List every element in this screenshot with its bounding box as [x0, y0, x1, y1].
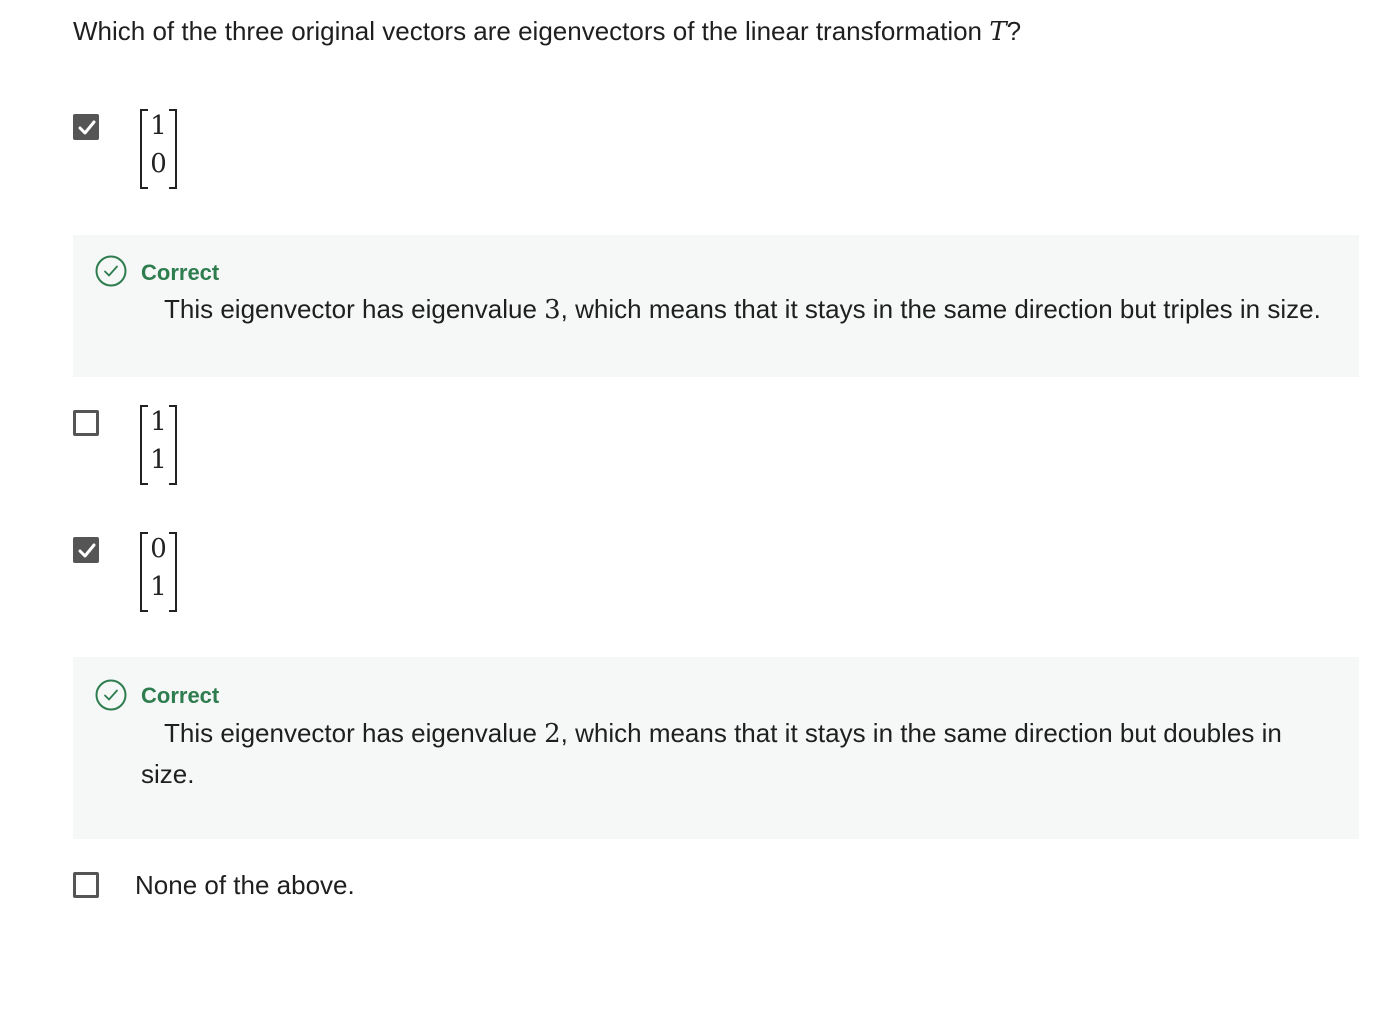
check-mark-icon — [78, 543, 96, 558]
feedback-panel: Correct This eigenvector has eigenvalue … — [73, 657, 1359, 839]
option-vector-1-0[interactable]: 1 0 — [73, 109, 273, 189]
right-bracket — [169, 109, 177, 189]
feedback-status: Correct — [141, 260, 220, 285]
option-vector-1-1[interactable]: 1 1 — [73, 405, 273, 485]
feedback-panel: Correct This eigenvector has eigenvalue … — [73, 235, 1359, 377]
question-prompt: Which of the three original vectors are … — [73, 16, 990, 46]
checkbox-checked[interactable] — [73, 114, 99, 140]
explanation-text-before: This eigenvector has eigenvalue — [164, 718, 545, 748]
question-variable: T — [989, 17, 1007, 47]
right-bracket — [169, 405, 177, 485]
column-vector: 0 1 — [140, 532, 177, 612]
checkbox-unchecked[interactable] — [73, 410, 99, 436]
feedback-explanation: This eigenvector has eigenvalue 2, which… — [141, 713, 1331, 794]
checkbox-checked[interactable] — [73, 537, 99, 563]
option-none-of-the-above[interactable]: None of the above. — [73, 870, 473, 902]
option-label: None of the above. — [135, 870, 355, 900]
eigenvalue: 2 — [544, 719, 561, 749]
feedback-explanation: This eigenvector has eigenvalue 3, which… — [141, 289, 1331, 330]
explanation-text-after: , which means that it stays in the same … — [560, 294, 1321, 324]
option-vector-0-1[interactable]: 0 1 — [73, 532, 273, 612]
column-vector: 1 1 — [140, 405, 177, 485]
right-bracket — [169, 532, 177, 612]
question-text: Which of the three original vectors are … — [73, 12, 1021, 51]
column-vector: 1 0 — [140, 109, 177, 189]
check-mark-icon — [78, 120, 96, 135]
check-circle-icon — [95, 255, 127, 287]
feedback-status: Correct — [141, 683, 220, 708]
check-circle-icon — [95, 679, 127, 711]
question-suffix: ? — [1006, 16, 1022, 46]
explanation-text-before: This eigenvector has eigenvalue — [164, 294, 545, 324]
checkbox-unchecked[interactable] — [73, 872, 99, 898]
eigenvalue: 3 — [544, 295, 561, 325]
